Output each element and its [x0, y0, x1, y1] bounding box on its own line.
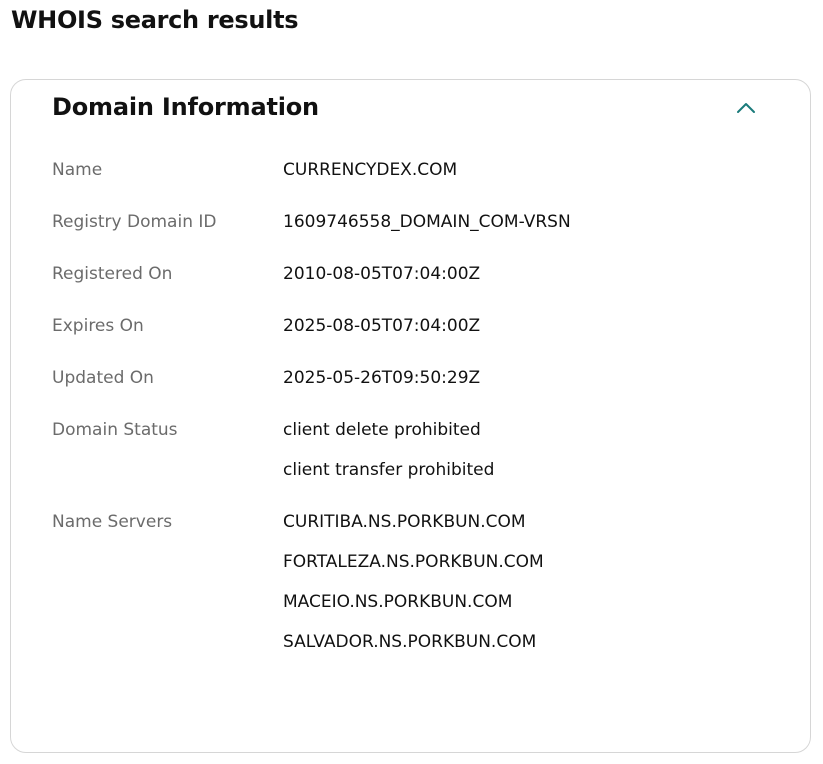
- row-values: CURRENCYDEX.COM: [283, 157, 457, 183]
- row-values: 2025-08-05T07:04:00Z: [283, 313, 480, 339]
- domain-status-value: client transfer prohibited: [283, 460, 495, 480]
- row-values: CURITIBA.NS.PORKBUN.COM FORTALEZA.NS.POR…: [283, 509, 544, 655]
- row-label: Registry Domain ID: [52, 212, 217, 232]
- row-name: Name CURRENCYDEX.COM: [52, 157, 792, 183]
- name-server-value: MACEIO.NS.PORKBUN.COM: [283, 592, 513, 612]
- card-title: Domain Information: [52, 93, 319, 121]
- row-values: 2025-05-26T09:50:29Z: [283, 365, 480, 391]
- row-label: Registered On: [52, 264, 173, 284]
- row-name-servers: Name Servers CURITIBA.NS.PORKBUN.COM FOR…: [52, 509, 792, 655]
- row-label: Expires On: [52, 316, 144, 336]
- row-registry-domain-id: Registry Domain ID 1609746558_DOMAIN_COM…: [52, 209, 792, 235]
- domain-info-list: Name CURRENCYDEX.COM Registry Domain ID …: [52, 157, 792, 681]
- domain-information-header[interactable]: Domain Information: [52, 92, 772, 126]
- chevron-up-icon: [737, 103, 755, 113]
- name-server-value: FORTALEZA.NS.PORKBUN.COM: [283, 552, 544, 572]
- page-title: WHOIS search results: [11, 6, 299, 34]
- row-registered-on: Registered On 2010-08-05T07:04:00Z: [52, 261, 792, 287]
- row-values: 2010-08-05T07:04:00Z: [283, 261, 480, 287]
- collapse-button[interactable]: [732, 94, 760, 122]
- domain-name-value: CURRENCYDEX.COM: [283, 160, 458, 180]
- domain-information-card: Domain Information Name CURRENCYDEX.COM …: [10, 79, 811, 753]
- row-label: Name: [52, 160, 103, 180]
- domain-status-value: client delete prohibited: [283, 420, 481, 440]
- name-server-value: SALVADOR.NS.PORKBUN.COM: [283, 632, 537, 652]
- name-server-value: CURITIBA.NS.PORKBUN.COM: [283, 512, 526, 532]
- row-values: 1609746558_DOMAIN_COM-VRSN: [283, 209, 571, 235]
- registry-domain-id-value: 1609746558_DOMAIN_COM-VRSN: [283, 212, 571, 232]
- row-updated-on: Updated On 2025-05-26T09:50:29Z: [52, 365, 792, 391]
- expires-on-value: 2025-08-05T07:04:00Z: [283, 316, 481, 336]
- row-values: client delete prohibited client transfer…: [283, 417, 494, 483]
- row-label: Updated On: [52, 368, 154, 388]
- updated-on-value: 2025-05-26T09:50:29Z: [283, 368, 481, 388]
- row-label: Name Servers: [52, 512, 173, 532]
- row-expires-on: Expires On 2025-08-05T07:04:00Z: [52, 313, 792, 339]
- registered-on-value: 2010-08-05T07:04:00Z: [283, 264, 481, 284]
- row-label: Domain Status: [52, 420, 178, 440]
- row-domain-status: Domain Status client delete prohibited c…: [52, 417, 792, 483]
